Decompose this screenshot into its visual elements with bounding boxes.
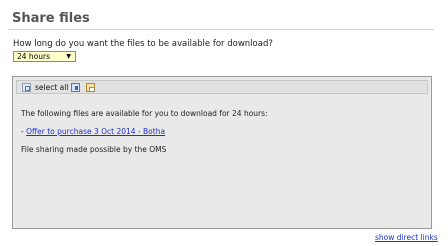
duration-select[interactable]: 24 hours ▼ xyxy=(13,51,76,62)
file-list-item: - Offer to purchase 3 Oct 2014 - Botha xyxy=(21,127,165,136)
files-intro-text: The following files are available for yo… xyxy=(21,109,268,118)
dropdown-arrow-icon: ▼ xyxy=(66,53,71,60)
files-toolbar: select all xyxy=(16,80,428,94)
copy-icon[interactable] xyxy=(71,83,80,92)
select-all-icon[interactable] xyxy=(22,83,31,92)
select-all-button[interactable]: select all xyxy=(35,83,68,93)
duration-selected-value: 24 hours xyxy=(17,52,51,61)
paste-icon[interactable] xyxy=(86,83,95,92)
title-divider xyxy=(8,29,434,30)
footer-note: File sharing made possible by the OMS xyxy=(21,145,167,154)
files-panel: select all The following files are avail… xyxy=(12,76,432,229)
files-content: The following files are available for yo… xyxy=(13,95,431,228)
file-download-link[interactable]: Offer to purchase 3 Oct 2014 - Botha xyxy=(26,127,165,136)
duration-question: How long do you want the files to be ava… xyxy=(13,39,273,49)
panel-title: Share files xyxy=(12,11,90,26)
show-direct-links-link[interactable]: show direct links xyxy=(375,233,438,242)
